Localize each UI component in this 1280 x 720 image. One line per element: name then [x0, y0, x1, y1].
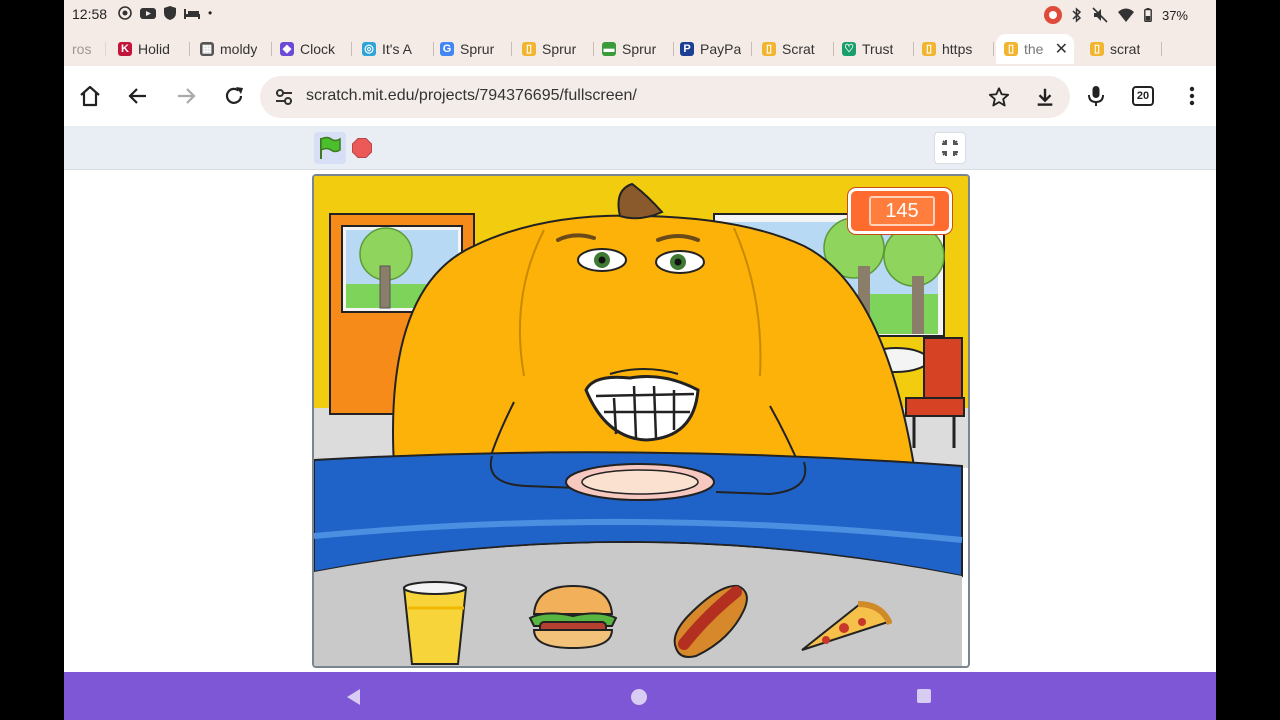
site-settings-icon[interactable]	[274, 88, 294, 106]
tab-favicon-icon: ♡	[842, 42, 856, 56]
tab-item[interactable]: ▬ Sprur	[594, 34, 674, 64]
tab-label: Sprur	[460, 41, 495, 57]
tab-item[interactable]: ▯ scrat	[1082, 34, 1162, 64]
address-bar[interactable]: scratch.mit.edu/projects/794376695/fulls…	[260, 76, 1070, 118]
tab-label: Clock	[300, 41, 336, 57]
hotdog-item[interactable]	[666, 576, 752, 662]
screen-record-icon	[1043, 6, 1062, 24]
tab-active[interactable]: ▯ the ✕	[996, 34, 1074, 64]
more-notifications-dot: •	[208, 6, 213, 20]
tab-favicon-icon: ▯	[922, 42, 936, 56]
tab-strip: ros K Holid ▦ moldy ◆ Clock ◎ It's A G Sprur ▯ Sprur…	[64, 30, 1216, 91]
tab-item[interactable]: G Sprur	[432, 34, 512, 64]
pizza-item[interactable]	[800, 598, 892, 654]
battery-percent: 37%	[1161, 7, 1188, 23]
download-icon[interactable]	[1034, 86, 1056, 108]
tab-favicon-icon: G	[440, 42, 454, 56]
home-icon[interactable]	[78, 84, 102, 108]
tab-item[interactable]: K Holid	[110, 34, 190, 64]
tab-favicon-icon: P	[680, 42, 694, 56]
url-text: scratch.mit.edu/projects/794376695/fulls…	[306, 87, 637, 104]
bluetooth-icon	[1072, 7, 1082, 23]
forward-arrow-icon[interactable]	[174, 84, 198, 108]
bookmark-star-icon[interactable]	[988, 86, 1010, 108]
kebab-menu-icon[interactable]	[1180, 84, 1204, 108]
status-bar: 12:58 • 37%	[64, 0, 1216, 30]
tab-favicon-icon: ▦	[200, 42, 214, 56]
tab-label: Trust	[862, 41, 894, 57]
tab-label: scrat	[1110, 41, 1141, 57]
tab-label: Holid	[138, 41, 170, 57]
tab-item[interactable]: ◎ It's A	[354, 34, 434, 64]
tab-item[interactable]: ▯ Sprur	[514, 34, 594, 64]
tab-label: Scrat	[782, 41, 815, 57]
tab-item[interactable]: ▯ https	[914, 34, 994, 64]
tab-favicon-icon: ◎	[362, 42, 376, 56]
tab-favicon-icon: ▬	[602, 42, 616, 56]
tab-label: ros	[72, 41, 92, 57]
back-arrow-icon[interactable]	[126, 84, 150, 108]
tab-item[interactable]: ♡ Trust	[834, 34, 914, 64]
nav-home-icon[interactable]	[630, 688, 648, 706]
tab-label: Sprur	[622, 41, 657, 57]
battery-icon	[1144, 8, 1152, 22]
mic-icon[interactable]	[1084, 84, 1108, 108]
shield-icon	[164, 6, 176, 20]
status-system-icons: 37%	[1043, 6, 1188, 24]
tab-favicon-icon: ▯	[1090, 42, 1104, 56]
exit-fullscreen-button[interactable]	[934, 132, 966, 164]
stop-sign-icon[interactable]	[352, 138, 372, 158]
exit-fullscreen-icon	[942, 140, 958, 156]
tab-item[interactable]: ros	[64, 34, 106, 64]
tab-favicon-icon: ▯	[522, 42, 536, 56]
tab-switcher-button[interactable]: 20	[1132, 86, 1154, 106]
status-notification-icons: •	[118, 6, 212, 20]
wifi-icon	[1117, 8, 1134, 22]
orange-juice-item[interactable]	[400, 580, 472, 666]
nav-back-icon[interactable]	[346, 688, 362, 706]
reload-icon[interactable]	[222, 84, 246, 108]
tab-favicon-icon: ▯	[1004, 42, 1018, 56]
close-tab-icon[interactable]: ✕	[1055, 39, 1068, 59]
score-value: 145	[869, 196, 935, 226]
tab-label: moldy	[220, 41, 258, 57]
tab-favicon-icon: ▯	[762, 42, 776, 56]
tab-label: the	[1024, 41, 1044, 57]
tab-label: PayPa	[700, 41, 742, 57]
tab-item[interactable]: ▯ Scrat	[754, 34, 834, 64]
scratch-stage[interactable]: 145	[312, 174, 970, 668]
nav-recents-icon[interactable]	[916, 688, 932, 704]
system-navigation-bar	[64, 672, 1216, 720]
device-screen: 12:58 • 37% ros K Holid ▦ moldy ◆ Clock ◎ It's A…	[64, 0, 1216, 720]
mute-icon	[1092, 7, 1108, 23]
tab-label: It's A	[382, 41, 412, 57]
burger-item[interactable]	[526, 580, 620, 652]
browser-toolbar: scratch.mit.edu/projects/794376695/fulls…	[64, 66, 1216, 126]
youtube-icon	[140, 8, 156, 19]
clock-time: 12:58	[72, 6, 108, 22]
tab-label: https	[942, 41, 973, 57]
tab-item[interactable]: ▦ moldy	[192, 34, 272, 64]
tab-item[interactable]: P PayPa	[672, 34, 752, 64]
green-flag-button[interactable]	[314, 132, 346, 164]
tab-item[interactable]: ◆ Clock	[272, 34, 352, 64]
tab-favicon-icon: ◆	[280, 42, 294, 56]
tab-label: Sprur	[542, 41, 577, 57]
bed-icon	[184, 9, 200, 19]
green-flag-icon	[320, 136, 341, 159]
record-icon	[118, 6, 132, 20]
tab-favicon-icon: K	[118, 42, 132, 56]
score-display: 145	[848, 188, 952, 234]
scratch-controls-bar	[64, 126, 1216, 170]
